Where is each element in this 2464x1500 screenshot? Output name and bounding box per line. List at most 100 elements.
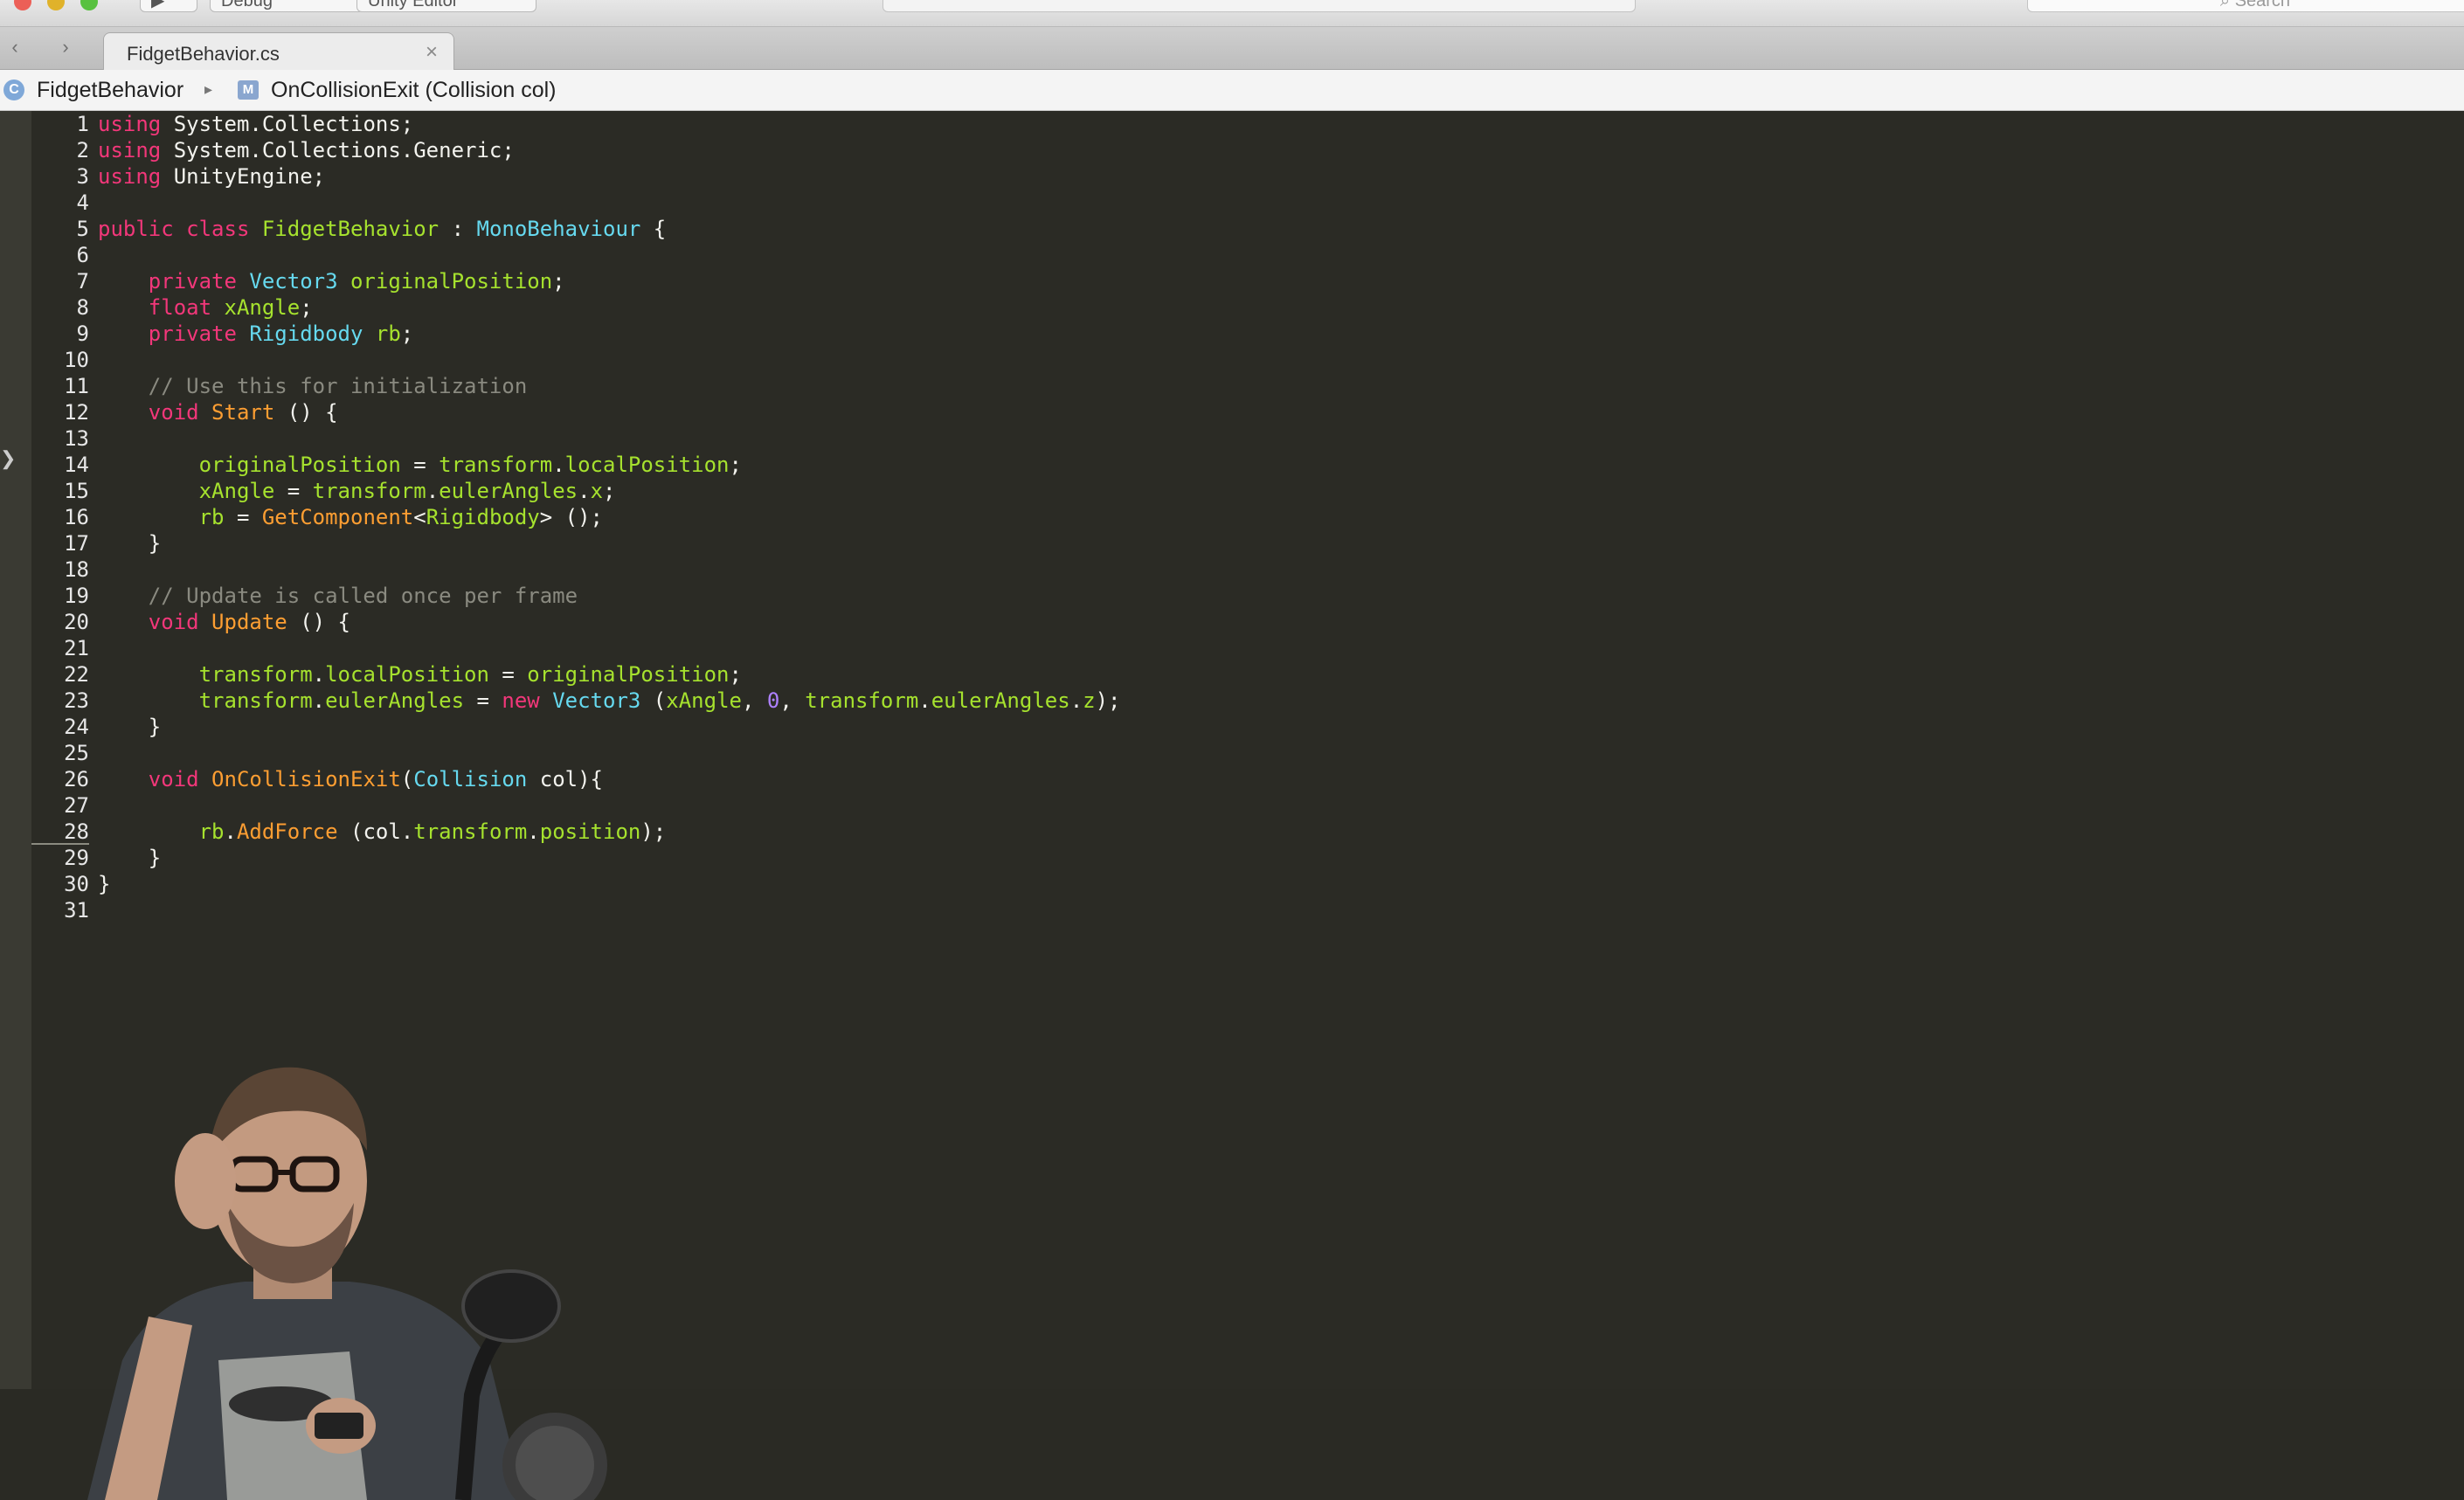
code-line[interactable]: 25: [31, 740, 98, 766]
code-token: }: [98, 846, 162, 870]
line-number: 24: [64, 715, 89, 739]
code-token: localPosition: [325, 662, 489, 687]
code-token: .: [578, 479, 591, 503]
code-token: .: [312, 688, 326, 713]
code-token: xAngle: [224, 295, 301, 320]
code-token: Rigidbody: [249, 321, 376, 346]
search-field[interactable]: ⌕ Search: [2027, 0, 2464, 12]
code-line[interactable]: 28 rb.AddForce (col.transform.position);: [31, 819, 666, 845]
code-line[interactable]: 8 float xAngle;: [31, 294, 313, 321]
code-token: position: [539, 819, 641, 844]
line-number: 7: [76, 269, 89, 294]
code-token: rb: [198, 505, 225, 529]
code-token: =: [488, 662, 528, 687]
zoom-window-button[interactable]: [80, 0, 98, 10]
code-token: z: [1083, 688, 1096, 713]
code-token: }: [98, 531, 162, 556]
close-icon[interactable]: ×: [426, 40, 438, 65]
close-window-button[interactable]: [14, 0, 31, 10]
code-line[interactable]: 12 void Start () {: [31, 399, 337, 425]
code-line[interactable]: 10: [31, 347, 98, 373]
code-token: transform: [805, 688, 919, 713]
code-token: float: [148, 295, 225, 320]
code-token: originalPosition: [198, 453, 401, 477]
code-line[interactable]: 11 // Use this for initialization: [31, 373, 527, 399]
code-token: xAngle: [198, 479, 275, 503]
code-line[interactable]: 20 void Update () {: [31, 609, 350, 635]
code-token: using: [98, 138, 162, 162]
minimize-window-button[interactable]: [47, 0, 65, 10]
method-icon: M: [238, 80, 259, 100]
code-line[interactable]: 23 transform.eulerAngles = new Vector3 (…: [31, 688, 1121, 714]
code-token: localPosition: [564, 453, 730, 477]
code-token: ;: [729, 453, 742, 477]
line-number: 20: [64, 610, 89, 634]
code-line[interactable]: 14 originalPosition = transform.localPos…: [31, 452, 742, 478]
code-token: FidgetBehavior: [261, 217, 440, 241]
tab-fidgetbehavior[interactable]: FidgetBehavior.cs ×: [103, 32, 454, 70]
code-line[interactable]: 21: [31, 635, 98, 661]
code-editor[interactable]: ❯ 1 using System.Collections; 2 using Syste…: [0, 111, 2464, 1500]
code-token: private: [148, 321, 250, 346]
code-line[interactable]: 22 transform.localPosition = originalPos…: [31, 661, 742, 688]
code-line[interactable]: 29 }: [31, 845, 161, 871]
code-line[interactable]: 26 void OnCollisionExit(Collision col){: [31, 766, 603, 792]
code-token: void: [148, 767, 212, 791]
code-line[interactable]: 2 using System.Collections.Generic;: [31, 137, 515, 163]
code-line[interactable]: 17 }: [31, 530, 161, 556]
code-token: =: [224, 505, 262, 529]
code-line[interactable]: 18: [31, 556, 98, 583]
line-number: 14: [64, 453, 89, 477]
code-token: using: [98, 164, 162, 189]
code-token: void: [148, 400, 212, 425]
code-line[interactable]: 19 // Update is called once per frame: [31, 583, 578, 609]
code-token: );: [1095, 688, 1121, 713]
code-line[interactable]: 7 private Vector3 originalPosition;: [31, 268, 565, 294]
breadcrumb-method[interactable]: OnCollisionExit (Collision col): [271, 78, 557, 103]
code-token: (: [640, 688, 667, 713]
code-line[interactable]: 31: [31, 897, 98, 923]
line-number: 21: [64, 636, 89, 660]
line-number: 30: [64, 872, 89, 896]
chevron-left-icon[interactable]: ‹: [3, 36, 26, 59]
window-titlebar: ▶ Debug Unity Editor ⌕ Search: [0, 0, 2464, 27]
tab-label: FidgetBehavior.cs: [127, 43, 280, 65]
code-line[interactable]: 13: [31, 425, 98, 452]
code-token: using: [98, 112, 162, 136]
breadcrumb-class[interactable]: FidgetBehavior: [37, 78, 183, 103]
code-line[interactable]: 30}: [31, 871, 110, 897]
code-line[interactable]: 3 using UnityEngine;: [31, 163, 326, 190]
code-line[interactable]: 15 xAngle = transform.eulerAngles.x;: [31, 478, 615, 504]
code-token: 0: [766, 688, 780, 713]
code-line[interactable]: 6: [31, 242, 98, 268]
code-token: // Use this for initialization: [148, 374, 528, 398]
target-selector[interactable]: Unity Editor: [356, 0, 536, 12]
code-token: Vector3: [249, 269, 350, 294]
code-token: Start: [211, 400, 275, 425]
code-token: ;: [300, 295, 313, 320]
code-line[interactable]: 1 using System.Collections;: [31, 111, 414, 137]
line-number: 19: [64, 584, 89, 608]
fold-caret-icon[interactable]: ❯: [0, 447, 16, 470]
code-line[interactable]: 24 }: [31, 714, 161, 740]
configuration-selector[interactable]: Debug: [210, 0, 363, 12]
code-line[interactable]: 27: [31, 792, 98, 819]
code-token: transform: [198, 688, 313, 713]
code-token: ;: [603, 479, 616, 503]
chevron-right-icon[interactable]: ›: [54, 36, 77, 59]
line-number: 17: [64, 531, 89, 556]
line-number: 5: [76, 217, 89, 241]
code-token: transform: [413, 819, 528, 844]
code-line[interactable]: 9 private Rigidbody rb;: [31, 321, 414, 347]
run-button[interactable]: ▶: [140, 0, 197, 12]
code-line[interactable]: 5 public class FidgetBehavior : MonoBehav…: [31, 216, 667, 242]
code-line[interactable]: 16 rb = GetComponent<Rigidbody> ();: [31, 504, 603, 530]
code-line[interactable]: 4: [31, 190, 98, 216]
code-token: new: [502, 688, 553, 713]
search-icon: ⌕: [2219, 0, 2235, 10]
